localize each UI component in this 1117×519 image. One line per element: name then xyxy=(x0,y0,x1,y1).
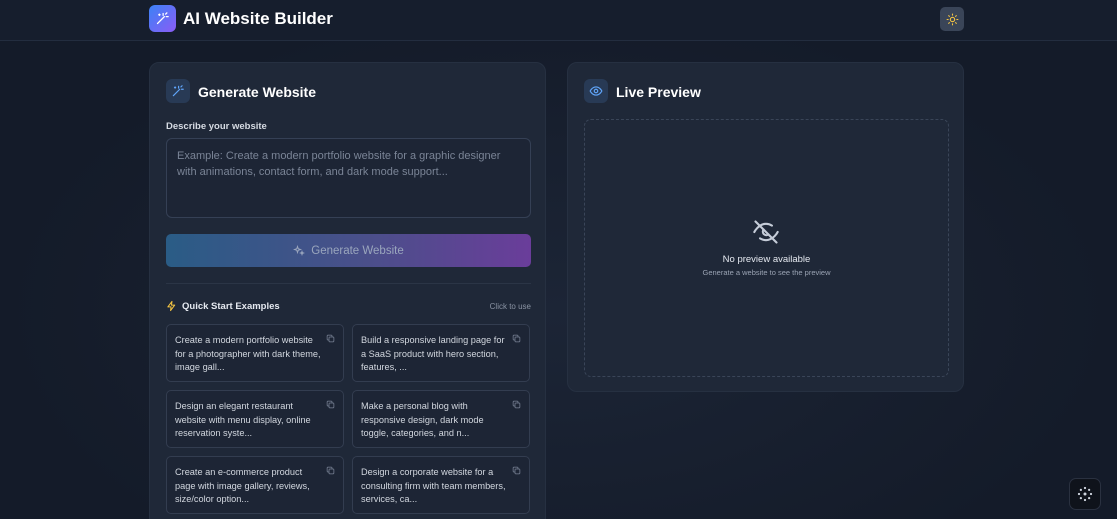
example-card[interactable]: Create an e-commerce product page with i… xyxy=(166,456,344,514)
app-root: AI Website Builder Generate Website Desc… xyxy=(0,0,1117,519)
quick-start-title: Quick Start Examples xyxy=(182,301,280,312)
sun-icon xyxy=(946,13,958,25)
preview-panel: Live Preview No preview available Genera… xyxy=(567,62,964,392)
generator-title: Generate Website xyxy=(198,84,317,100)
quick-start-hint: Click to use xyxy=(489,302,531,311)
eye-off-icon xyxy=(753,220,779,244)
app-title: AI Website Builder xyxy=(183,9,333,28)
example-card[interactable]: Make a personal blog with responsive des… xyxy=(352,390,530,448)
magic-wand-icon xyxy=(166,79,190,103)
sparkles-icon xyxy=(293,244,306,256)
example-text: Make a personal blog with responsive des… xyxy=(361,401,484,438)
copy-icon[interactable] xyxy=(512,334,521,343)
empty-preview-title: No preview available xyxy=(722,254,811,265)
example-card[interactable]: Design an elegant restaurant website wit… xyxy=(166,390,344,448)
floating-widget-icon[interactable] xyxy=(1069,478,1101,510)
eye-icon xyxy=(584,79,608,103)
example-card[interactable]: Create a modern portfolio website for a … xyxy=(166,324,344,382)
generate-button-label: Generate Website xyxy=(311,244,404,257)
prompt-label: Describe your website xyxy=(166,121,267,132)
copy-icon[interactable] xyxy=(326,400,335,409)
empty-preview-subtitle: Generate a website to see the preview xyxy=(702,268,831,277)
top-header: AI Website Builder xyxy=(0,0,1117,41)
generate-website-button[interactable]: Generate Website xyxy=(166,234,531,267)
theme-toggle-button[interactable] xyxy=(940,7,964,31)
preview-title: Live Preview xyxy=(616,84,701,100)
lightning-icon xyxy=(167,300,176,312)
copy-icon[interactable] xyxy=(326,466,335,475)
preview-area: No preview available Generate a website … xyxy=(584,119,949,377)
magic-wand-icon xyxy=(149,5,176,32)
copy-icon[interactable] xyxy=(326,334,335,343)
example-card[interactable]: Design a corporate website for a consult… xyxy=(352,456,530,514)
divider xyxy=(166,283,531,284)
copy-icon[interactable] xyxy=(512,400,521,409)
generator-panel: Generate Website Describe your website G… xyxy=(149,62,546,519)
example-text: Create an e-commerce product page with i… xyxy=(175,467,310,504)
prompt-input[interactable] xyxy=(166,138,531,218)
example-text: Build a responsive landing page for a Sa… xyxy=(361,335,505,372)
quick-start-header: Quick Start Examples Click to use xyxy=(166,300,531,314)
example-text: Create a modern portfolio website for a … xyxy=(175,335,321,372)
example-text: Design a corporate website for a consult… xyxy=(361,467,506,504)
example-text: Design an elegant restaurant website wit… xyxy=(175,401,311,438)
example-card[interactable]: Build a responsive landing page for a Sa… xyxy=(352,324,530,382)
copy-icon[interactable] xyxy=(512,466,521,475)
